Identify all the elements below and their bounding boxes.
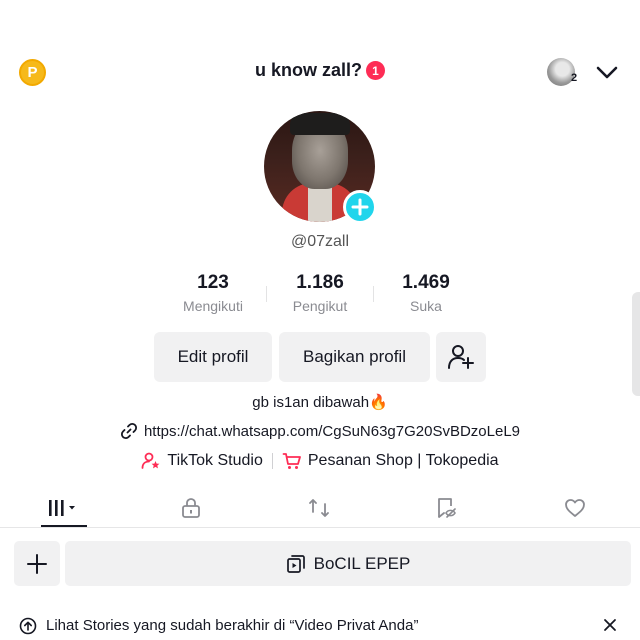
repost-icon [309, 499, 329, 517]
stat-value: 1.186 [296, 272, 344, 293]
profile-tools: TikTok Studio Pesanan Shop | Tokopedia [0, 451, 640, 471]
profile-bio: gb is1an dibawah🔥 [252, 394, 388, 411]
cart-icon [282, 453, 301, 469]
account-switcher[interactable]: u know zall? 1 [0, 60, 640, 81]
tab-videos[interactable] [24, 488, 104, 528]
playlist-button[interactable]: BoCIL EPEP [65, 541, 631, 586]
plus-icon [351, 198, 369, 216]
link-text[interactable]: https://chat.whatsapp.com/CgSuN63g7G20Sv… [144, 423, 520, 440]
plus-icon [27, 553, 47, 574]
upload-icon [19, 617, 37, 635]
add-friends-button[interactable] [436, 332, 486, 382]
content-tabs [0, 488, 640, 528]
studio-icon [142, 452, 160, 469]
tool-label: TikTok Studio [167, 452, 263, 469]
tool-label: Pesanan Shop | Tokopedia [307, 452, 499, 469]
playlist-name: BoCIL EPEP [313, 553, 411, 573]
share-profile-button[interactable]: Bagikan profil [279, 332, 430, 382]
stat-followers[interactable]: 1.186 Pengikut [270, 272, 370, 314]
divider [373, 286, 374, 302]
add-story-button[interactable] [343, 190, 377, 224]
heart-icon [565, 499, 585, 517]
stat-label: Suka [410, 298, 442, 314]
top-bar: P u know zall? 1 2 [0, 54, 640, 90]
stat-following[interactable]: 123 Mengikuti [163, 272, 263, 314]
stat-likes[interactable]: 1.469 Suka [376, 272, 476, 314]
lock-icon [182, 498, 200, 518]
stat-label: Pengikut [292, 298, 348, 314]
divider [266, 286, 267, 302]
stories-banner[interactable]: Lihat Stories yang sudah berakhir di “Vi… [0, 609, 640, 640]
tab-liked[interactable] [535, 488, 615, 528]
profile-link[interactable]: https://chat.whatsapp.com/CgSuN63g7G20Sv… [0, 422, 640, 440]
stories-banner-text: Lihat Stories yang sudah berakhir di “Vi… [46, 617, 419, 634]
stat-label: Mengikuti [183, 298, 243, 314]
tab-private[interactable] [151, 488, 231, 528]
saved-icon [438, 498, 456, 518]
shop-orders-link[interactable]: Pesanan Shop | Tokopedia [273, 451, 508, 471]
link-icon [120, 422, 137, 440]
edit-profile-button[interactable]: Edit profil [154, 332, 272, 382]
username: @07zall [290, 233, 350, 250]
grid-icon [49, 500, 75, 516]
tab-reposts[interactable] [279, 488, 359, 528]
chevron-down-icon[interactable] [596, 62, 618, 82]
profile-stats: 123 Mengikuti 1.186 Pengikut 1.469 Suka [0, 272, 640, 322]
account-count: 2 [571, 72, 578, 84]
tiktok-studio-link[interactable]: TikTok Studio [132, 451, 271, 471]
notification-badge: 1 [366, 61, 385, 80]
playlist-icon [286, 554, 305, 573]
stat-value: 1.469 [402, 272, 450, 293]
add-user-icon [448, 345, 474, 369]
page-title[interactable]: u know zall? [255, 60, 362, 81]
create-playlist-button[interactable] [14, 541, 60, 586]
active-tab-indicator [41, 525, 87, 527]
tab-saved[interactable] [407, 488, 487, 528]
stat-value: 123 [197, 272, 229, 293]
close-icon[interactable] [603, 618, 617, 632]
side-panel-handle[interactable] [632, 292, 640, 396]
